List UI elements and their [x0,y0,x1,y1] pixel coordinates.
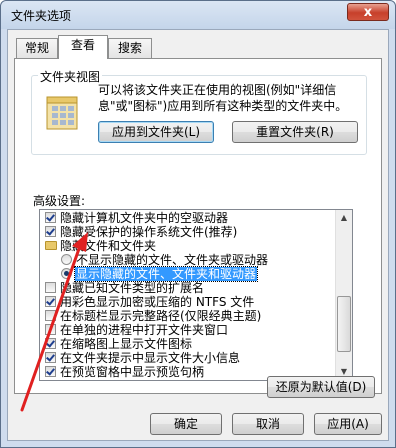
close-icon: x [363,5,373,20]
scroll-thumb[interactable] [337,296,351,352]
checkbox[interactable] [45,352,56,363]
folder-options-window: 文件夹选项 x 常规 查看 搜索 文件夹视图 可以将该文件夹正在使用的视图(例如… [0,0,396,448]
cancel-label: 取消 [255,417,280,431]
restore-defaults-label: 还原为默认值(D) [275,380,367,394]
radio-button[interactable] [61,268,72,279]
tab-view[interactable]: 查看 [58,35,108,59]
tab-general-label: 常规 [24,41,49,55]
list-item-label: 在文件夹提示中显示文件大小信息 [60,351,241,365]
tab-search[interactable]: 搜索 [108,38,152,58]
list-item-label: 隐藏已知文件类型的扩展名 [60,281,205,295]
ok-button[interactable]: 确定 [150,413,222,435]
apply-button[interactable]: 应用(A) [314,413,382,435]
title-bar[interactable]: 文件夹选项 x [1,1,395,29]
advanced-settings-list[interactable]: 隐藏计算机文件夹中的空驱动器 隐藏受保护的操作系统文件(推荐) 隐藏文件和文件夹… [39,209,353,381]
tab-view-label: 查看 [70,38,95,52]
list-item-label: 不显示隐藏的文件、文件夹或驱动器 [76,253,269,267]
folder-icon [45,241,57,250]
dialog-body: 常规 查看 搜索 文件夹视图 可以将该文件夹正在使用的视图(例如"详细信 息"或… [7,29,389,441]
ok-label: 确定 [173,417,198,431]
list-item-label: 在单独的进程中打开文件夹窗口 [60,323,229,337]
radio-button[interactable] [61,254,72,265]
folder-views-description-line2: 息"或"图标")应用到所有这种类型的文件夹中。 [98,99,348,113]
list-item-label: 用彩色显示加密或压缩的 NTFS 文件 [60,295,255,309]
folder-view-icon [46,96,78,130]
list-item-label: 在标题栏显示完整路径(仅限经典主题) [60,309,262,323]
checkbox[interactable] [45,212,56,223]
folder-views-group: 文件夹视图 可以将该文件夹正在使用的视图(例如"详细信 息"或"图标")应用到所… [31,68,367,155]
cancel-button[interactable]: 取消 [232,413,304,435]
reset-folders-label: 重置文件夹(R) [256,125,334,139]
apply-label: 应用(A) [327,417,369,431]
folder-views-description: 可以将该文件夹正在使用的视图(例如"详细信 息"或"图标")应用到所有这种类型的… [98,82,362,114]
apply-to-folders-button[interactable]: 应用到文件夹(L) [98,121,214,143]
advanced-settings-label: 高级设置: [33,194,86,208]
list-item-label: 显示隐藏的文件、文件夹和驱动器 [73,266,259,282]
list-item-label: 隐藏文件和文件夹 [60,239,157,253]
checkbox[interactable] [45,282,56,293]
tab-search-label: 搜索 [117,41,142,55]
checkbox[interactable] [45,226,56,237]
checkbox[interactable] [45,324,56,335]
list-item-label: 隐藏计算机文件夹中的空驱动器 [60,211,229,225]
vertical-scrollbar[interactable]: ▲ ▼ [335,210,352,380]
list-item-label: 在预览窗格中显示预览句柄 [60,365,205,379]
scroll-up-icon[interactable]: ▲ [336,210,352,226]
view-tab-panel: 文件夹视图 可以将该文件夹正在使用的视图(例如"详细信 息"或"图标")应用到所… [14,58,382,398]
window-title: 文件夹选项 [11,9,72,23]
restore-defaults-button[interactable]: 还原为默认值(D) [267,376,375,398]
tab-general[interactable]: 常规 [16,38,58,58]
reset-folders-button[interactable]: 重置文件夹(R) [232,121,358,143]
list-item-label: 隐藏受保护的操作系统文件(推荐) [60,225,238,239]
apply-to-folders-label: 应用到文件夹(L) [111,125,201,139]
checkbox[interactable] [45,296,56,307]
folder-views-description-line1: 可以将该文件夹正在使用的视图(例如"详细信 [98,83,337,97]
checkbox[interactable] [45,366,56,377]
close-button[interactable]: x [347,3,389,21]
list-item-label: 在缩略图上显示文件图标 [60,337,193,351]
checkbox[interactable] [45,338,56,349]
folder-views-title: 文件夹视图 [38,68,103,85]
checkbox[interactable] [45,310,56,321]
